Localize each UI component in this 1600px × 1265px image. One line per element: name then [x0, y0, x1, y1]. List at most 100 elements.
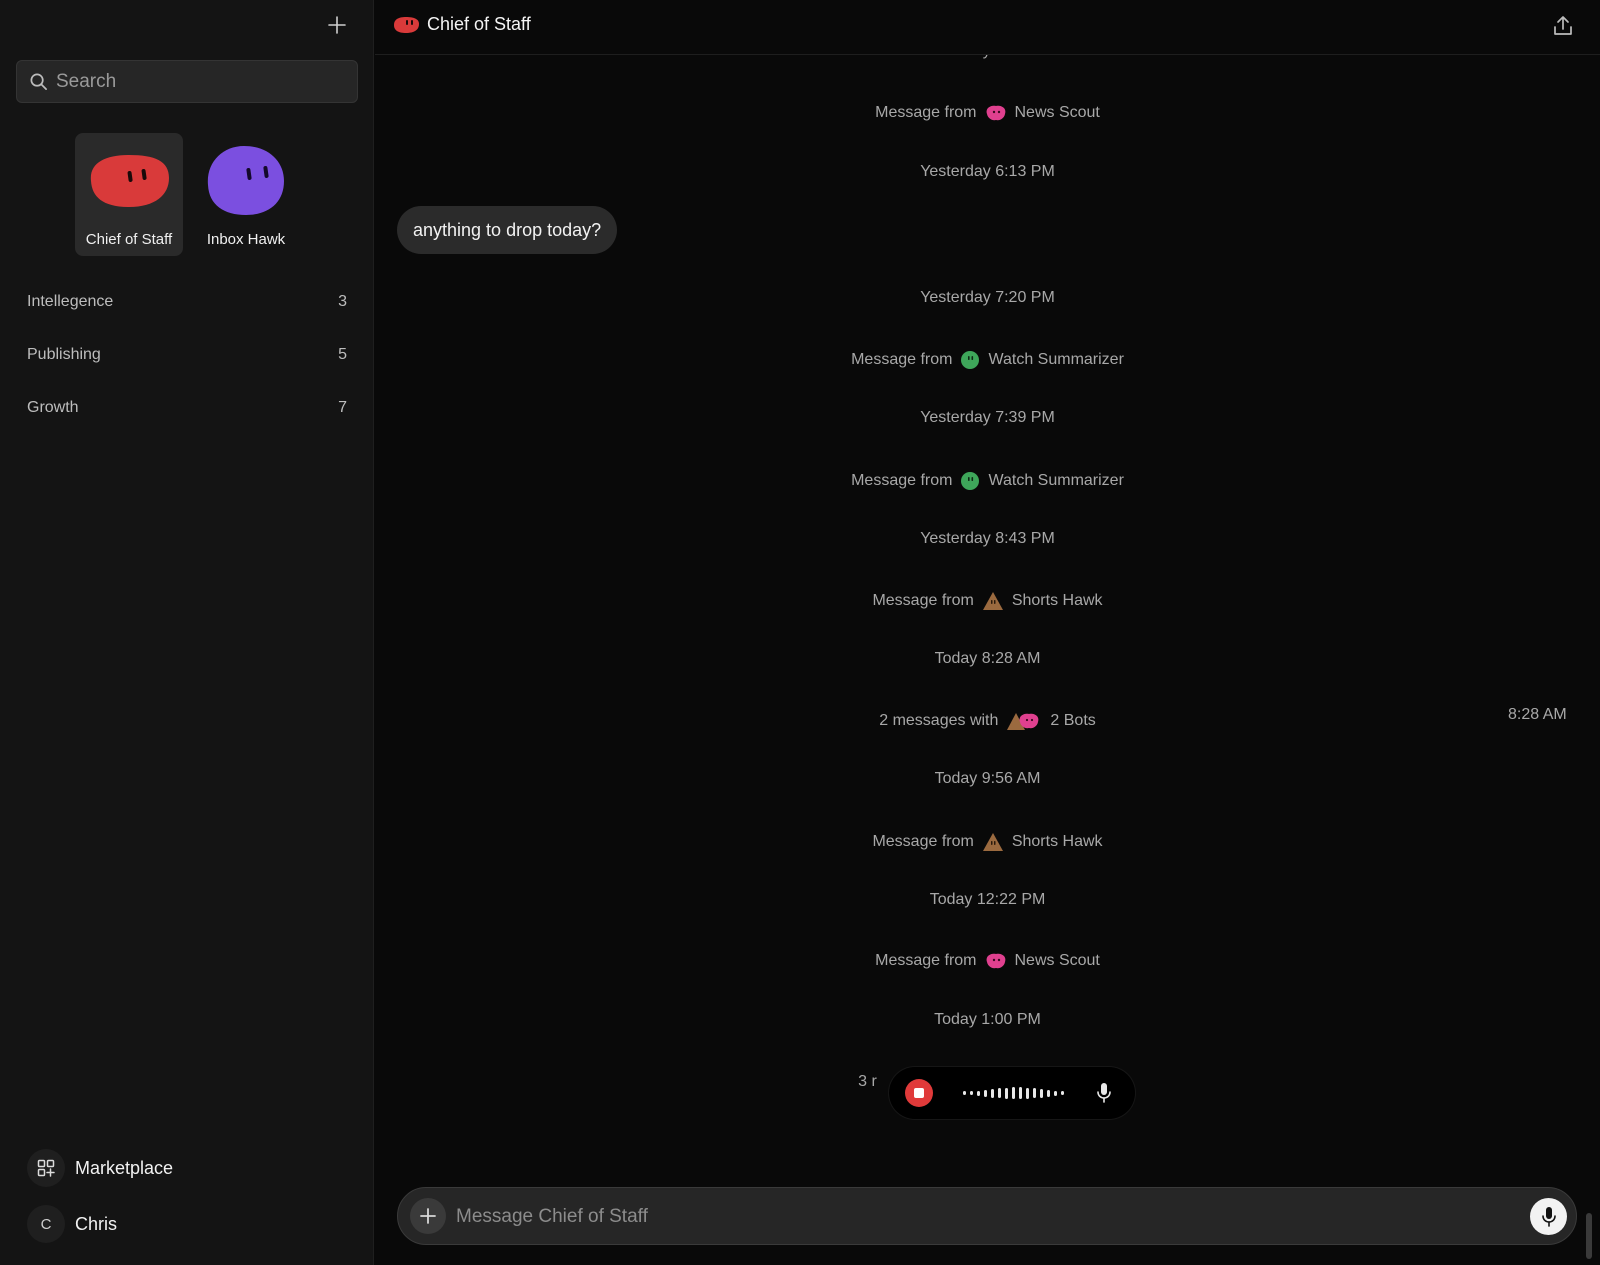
watch-summarizer-icon	[961, 351, 980, 369]
sidebar-group-intellegence[interactable]: Intellegence 3	[27, 287, 347, 317]
news-scout-icon	[986, 105, 1005, 121]
chat-main: Chief of Staff Yesterday 5:20 PM Message…	[375, 0, 1600, 1265]
group-label: Growth	[27, 399, 79, 416]
plus-icon	[420, 1208, 436, 1224]
stop-icon	[914, 1088, 924, 1098]
timestamp: Yesterday 7:20 PM	[920, 289, 1055, 306]
search-input[interactable]	[56, 70, 336, 93]
user-message-bubble: anything to drop today?	[397, 206, 618, 254]
scrollbar[interactable]	[1586, 1213, 1592, 1259]
group-count: 5	[338, 346, 347, 363]
multi-bot-icon	[1007, 713, 1039, 730]
avatar: C	[27, 1205, 65, 1243]
timestamp: Yesterday 7:39 PM	[920, 409, 1055, 426]
bot-name: 2 Bots	[1050, 712, 1096, 729]
waveform-bar	[977, 1090, 980, 1096]
summary-prefix: Message from	[872, 833, 974, 850]
bot-name: Watch Summarizer	[988, 351, 1124, 368]
waveform-bar	[1061, 1091, 1064, 1095]
bot-message-summary[interactable]: Message from Watch Summarizer	[375, 350, 1600, 370]
user-profile-button[interactable]: C Chris	[27, 1205, 117, 1243]
bot-name: News Scout	[1014, 104, 1100, 121]
marketplace-label: Marketplace	[75, 1157, 174, 1178]
shorts-hawk-icon	[982, 592, 1003, 610]
timestamp: Yesterday 8:43 PM	[920, 530, 1055, 547]
bot-message-summary[interactable]: 2 messages with 2 Bots	[375, 711, 1600, 731]
waveform-bar	[1026, 1087, 1029, 1099]
voice-recording-bar	[889, 1067, 1135, 1119]
microphone-icon	[1541, 1206, 1556, 1227]
microphone-icon[interactable]	[1096, 1082, 1112, 1104]
message-input[interactable]	[456, 1202, 1496, 1232]
waveform-bar	[991, 1088, 994, 1098]
waveform-bar	[1054, 1090, 1057, 1096]
group-count: 7	[338, 399, 347, 416]
bot-message-summary[interactable]: Message from News Scout	[375, 104, 1600, 122]
news-scout-icon	[986, 953, 1005, 969]
message-composer	[397, 1187, 1577, 1245]
stop-recording-button[interactable]	[905, 1079, 933, 1107]
waveform-bar	[1005, 1087, 1008, 1099]
search-icon	[30, 73, 47, 90]
waveform-bar	[1019, 1087, 1022, 1099]
sidebar-group-publishing[interactable]: Publishing 5	[27, 340, 347, 370]
bot-message-summary[interactable]: Message from Watch Summarizer	[375, 471, 1600, 491]
agent-card-inbox-hawk[interactable]: Inbox Hawk	[192, 133, 300, 256]
summary-prefix: Message from	[875, 952, 977, 969]
timestamp: Today 9:56 AM	[934, 770, 1041, 787]
waveform-bar	[970, 1091, 973, 1095]
waveform-bar	[984, 1089, 987, 1097]
marketplace-grid-icon	[37, 1159, 55, 1177]
chat-title-wrap: Chief of Staff	[393, 14, 531, 35]
timestamp: Yesterday 6:13 PM	[920, 163, 1055, 180]
waveform-bar	[1040, 1088, 1043, 1098]
agent-name: Chief of Staff	[85, 231, 173, 248]
chat-header: Chief of Staff	[375, 0, 1600, 55]
user-name: Chris	[75, 1213, 118, 1234]
group-label: Publishing	[27, 346, 101, 363]
shorts-hawk-icon	[982, 833, 1003, 851]
app-window: Chief of Staff Inbox Hawk Intellegence 3…	[0, 0, 1600, 1265]
bot-name: Watch Summarizer	[988, 472, 1124, 489]
share-button[interactable]	[1551, 14, 1577, 40]
waveform-bar	[1012, 1087, 1015, 1099]
timestamp: Today 12:22 PM	[929, 891, 1046, 908]
timestamp: Today 1:00 PM	[934, 1011, 1041, 1028]
summary-prefix: Message from	[851, 351, 953, 368]
message-time: 8:28 AM	[1508, 706, 1567, 723]
bot-name: News Scout	[1014, 952, 1100, 969]
attach-button[interactable]	[410, 1198, 446, 1234]
timestamp: Today 8:28 AM	[934, 650, 1041, 667]
bot-message-summary[interactable]: Message from News Scout	[375, 952, 1600, 970]
marketplace-icon-wrap	[27, 1149, 65, 1187]
agent-card-chief-of-staff[interactable]: Chief of Staff	[75, 133, 183, 256]
bot-name: Shorts Hawk	[1011, 833, 1103, 850]
chief-of-staff-avatar-icon	[394, 16, 419, 33]
bot-message-summary-partial: 3 r	[858, 1073, 877, 1090]
summary-prefix: 2 messages with	[879, 712, 999, 729]
waveform-bar	[1047, 1089, 1050, 1097]
sidebar-group-growth[interactable]: Growth 7	[27, 393, 347, 423]
share-icon	[1554, 16, 1572, 35]
waveform-bar	[963, 1091, 966, 1095]
inbox-hawk-avatar-icon	[207, 146, 284, 215]
bot-message-summary[interactable]: Message from Shorts Hawk	[375, 832, 1600, 852]
new-chat-button[interactable]	[322, 10, 352, 40]
group-label: Intellegence	[27, 293, 114, 310]
chief-of-staff-avatar-icon	[90, 155, 169, 207]
bot-message-summary[interactable]: Message from Shorts Hawk	[375, 591, 1600, 611]
watch-summarizer-icon	[961, 472, 980, 490]
summary-prefix: Message from	[851, 472, 953, 489]
group-count: 3	[338, 293, 347, 310]
search-box[interactable]	[16, 60, 358, 103]
chat-title: Chief of Staff	[427, 14, 531, 34]
marketplace-button[interactable]: Marketplace	[27, 1149, 173, 1187]
waveform-bar	[1033, 1088, 1036, 1098]
summary-prefix: Message from	[872, 592, 974, 609]
agent-name: Inbox Hawk	[206, 231, 286, 248]
voice-input-button[interactable]	[1530, 1198, 1567, 1235]
waveform	[963, 1083, 1064, 1103]
bot-name: Shorts Hawk	[1011, 592, 1103, 609]
waveform-bar	[998, 1088, 1001, 1098]
plus-icon	[328, 16, 346, 34]
